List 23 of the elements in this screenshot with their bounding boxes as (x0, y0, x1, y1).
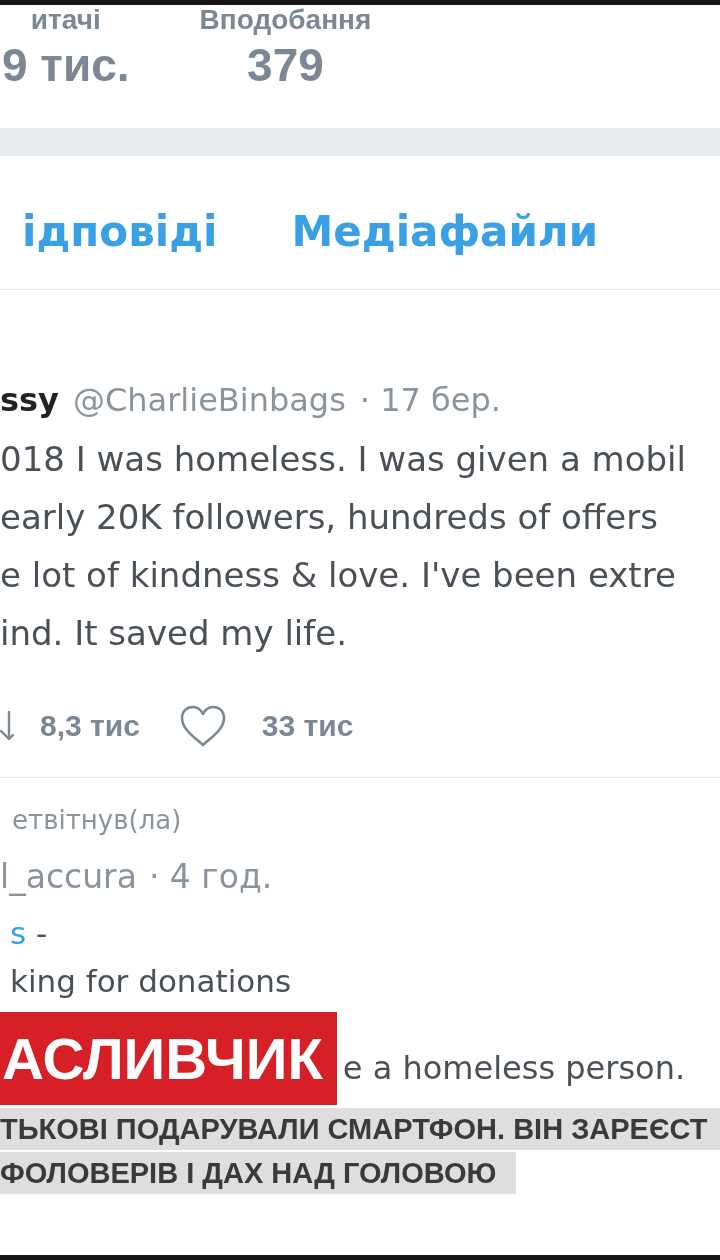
stat-value: 9 тис. (2, 39, 130, 91)
stat-label: итачі (30, 5, 101, 35)
down-arrow-icon (0, 711, 14, 741)
tweet-text: e a homeless person. (342, 1048, 686, 1088)
news-headline: АСЛИВЧИК (0, 1012, 337, 1105)
mention-link[interactable]: s (10, 915, 27, 951)
tweet-time[interactable]: · 4 год. (148, 857, 273, 897)
tweet-time[interactable]: · 17 бер. (359, 380, 501, 420)
author-handle[interactable]: l_accura (0, 857, 137, 897)
retweeted-by-label: етвітнув(ла) (11, 804, 182, 837)
tab[interactable]: ідповіді (22, 206, 218, 258)
author-handle[interactable]: @CharlieBinbags (72, 380, 346, 420)
stat-label: Вподобання (199, 5, 372, 35)
tweet-text: s - king for donations (9, 914, 292, 1001)
news-subtitle: ТЬКОВІ ПОДАРУВАЛИ СМАРТФОН. ВІН ЗАРЕЄСТ (0, 1108, 720, 1150)
tab[interactable]: Медіафайли (291, 206, 599, 258)
heart-icon (179, 705, 226, 747)
stat-value: 379 (247, 39, 324, 91)
author-name[interactable]: ssy (0, 380, 59, 420)
like-button[interactable]: 33 тис (179, 705, 354, 747)
news-subtitle: ФОЛОВЕРІВ І ДАХ НАД ГОЛОВОЮ (0, 1152, 517, 1194)
tweet-text: 018 I was homeless. I was given a mobil early 20K followers, hundreds of offers e lot of kindness & love. I've been extre ind. It saved my life. (0, 438, 687, 655)
retweet-button[interactable]: 8,3 тис (0, 709, 140, 743)
